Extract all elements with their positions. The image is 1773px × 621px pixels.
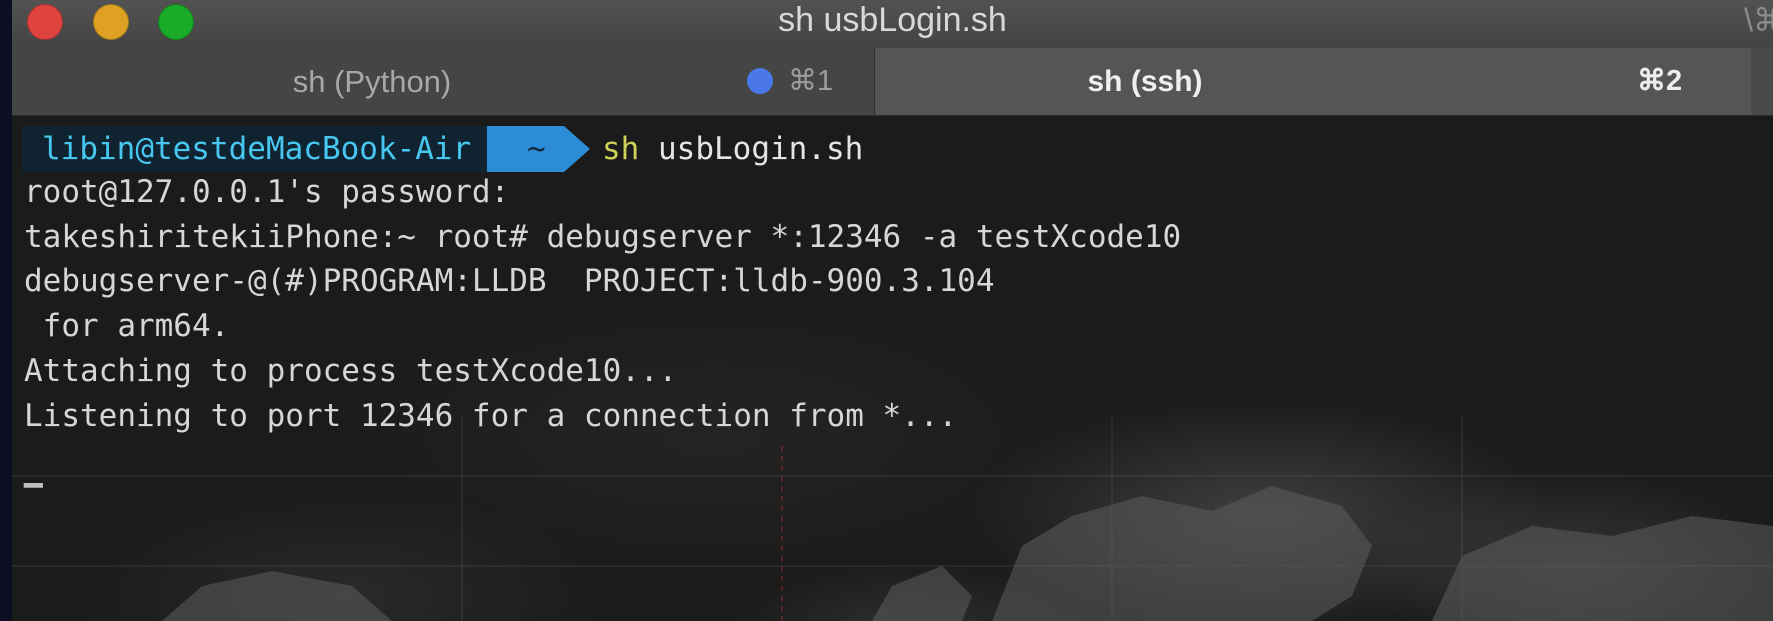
command-arguments: usbLogin.sh [658,131,864,167]
window-title: sh usbLogin.sh [778,1,1007,39]
command-name: sh [602,131,640,167]
title-bar[interactable]: sh usbLogin.sh \⌘ [12,0,1773,48]
prompt-user-host: libin@testdeMacBook-Air [22,126,488,172]
tab-sh-python[interactable]: sh (Python) ⌘1 [12,48,875,115]
output-line: for arm64. [24,308,230,344]
powerline-separator-icon [564,126,590,172]
prompt-command: sh usbLogin.sh [602,126,863,172]
tab-label: sh (ssh) [1087,65,1203,98]
tab-shortcut: ⌘1 [788,65,834,97]
terminal-content[interactable]: libin@testdeMacBook-Air ~ sh usbLogin.sh… [12,116,1773,621]
terminal-window: sh usbLogin.sh \⌘ sh (Python) ⌘1 sh (ssh… [12,0,1773,621]
output-line: root@127.0.0.1's password: [24,174,510,210]
output-line: takeshiritekiiPhone:~ root# debugserver … [24,219,1182,255]
tab-sh-ssh[interactable]: sh (ssh) ⌘2 [875,48,1751,115]
output-line: Attaching to process testXcode10... [24,353,678,389]
window-shortcut: \⌘ [1744,2,1773,38]
tab-shortcut: ⌘2 [1637,65,1683,97]
cursor: ▁ [24,452,43,488]
activity-dot-icon [747,68,773,94]
tab-label: sh (Python) [292,64,452,99]
prompt-directory: ~ [487,126,564,172]
output-line: Listening to port 12346 for a connection… [24,398,958,434]
tab-bar: sh (Python) ⌘1 sh (ssh) ⌘2 [12,48,1773,116]
output-line: debugserver-@(#)PROGRAM:LLDB PROJECT:lld… [24,263,995,299]
